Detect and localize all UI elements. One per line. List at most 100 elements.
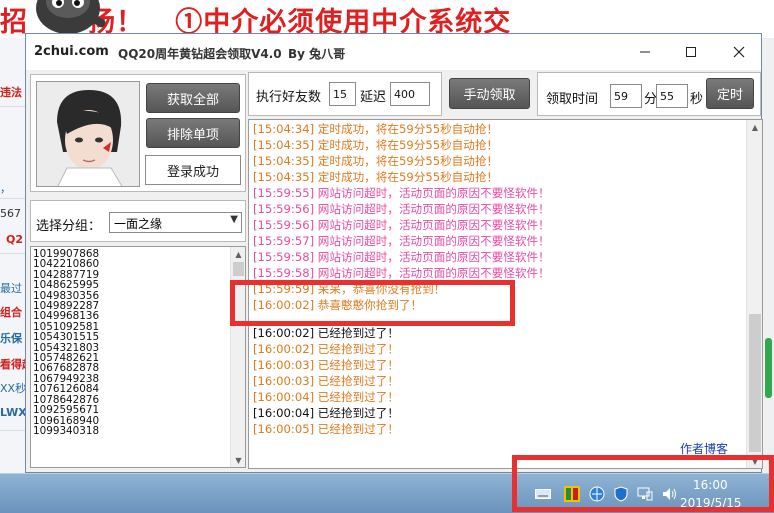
bg-fragment: XX秒 [0,382,26,395]
log-timestamp: [16:00:05] [253,422,315,436]
log-message: 定时成功，将在59分55秒自动抢！ [314,170,499,184]
log-line: [15:04:35] 定时成功，将在59分55秒自动抢！ [253,137,550,153]
log-timestamp: [16:00:04] [253,406,315,420]
highlight-box-success [230,280,515,326]
log-message: 已经抢到过了！ [314,374,399,388]
log-timestamp: [15:59:58] [253,250,315,264]
log-timestamp: [15:59:57] [253,234,315,248]
bg-fragment: 看得起 [0,358,26,371]
highlight-box-clock [512,455,774,512]
bg-fragment: 违法 [0,86,22,99]
log-message: 定时成功，将在59分55秒自动抢！ [314,138,499,152]
log-message: 网站访问超时，活动页面的原因不要怪软件！ [314,250,550,264]
qq-number-item[interactable]: 1092595671 [33,405,99,416]
minimize-button[interactable] [622,34,668,70]
friends-count-input[interactable]: 15 [329,82,356,106]
bg-fragment: Q2 [6,233,24,246]
manual-claim-button[interactable]: 手动领取 [449,78,530,109]
exclude-button[interactable]: 排除单项 [146,118,240,148]
log-scrollbar[interactable]: ▲ ▼ [746,120,762,468]
log-line: [15:59:56] 网站访问超时，活动页面的原因不要怪软件！ [253,217,550,233]
group-label: 选择分组： [36,219,102,234]
app-window: 2chui.com QQ20周年黄钻超会领取V4.0 By 兔八哥 获取全部 排… [25,33,763,473]
title-site: 2chui.com [34,44,109,59]
log-message: 定时成功，将在59分55秒自动抢！ [314,122,499,136]
log-message: 已经抢到过了！ [314,358,399,372]
log-timestamp: [15:04:35] [253,138,315,152]
log-message: 网站访问超时，活动页面的原因不要怪软件！ [314,186,550,200]
log-message: 已经抢到过了！ [314,406,399,420]
bg-fragment: 567 [0,207,21,220]
get-all-button[interactable]: 获取全部 [146,83,240,113]
log-message: 已经抢到过了！ [314,326,399,340]
log-scroll-thumb[interactable] [749,314,761,452]
delay-input[interactable]: 400 [390,82,430,106]
log-message: 已经抢到过了！ [314,390,399,404]
log-line: [16:00:05] 已经抢到过了！ [253,421,550,437]
bg-green-bar [765,338,772,398]
second-input[interactable]: 55 [656,84,688,108]
timer-button[interactable]: 定时 [706,78,754,109]
log-timestamp: [15:59:56] [253,202,315,216]
qq-list-scroll-thumb[interactable] [233,262,244,276]
bg-fragment: ， [0,182,11,195]
log-line: [15:04:34] 定时成功，将在59分55秒自动抢！ [253,121,550,137]
log-timestamp: [15:04:35] [253,170,315,184]
second-unit: 秒 [690,92,704,107]
background-sidebar: 违法 ， 567 Q2 最过 组合 乐保 8 看得起 XX秒 LWX [0,38,26,478]
qq-number-list[interactable]: 1019907868 1042210860 1042887719 1048625995… [30,246,246,468]
log-line: [15:04:35] 定时成功，将在59分55秒自动抢！ [253,169,550,185]
log-message: 定时成功，将在59分55秒自动抢！ [314,154,499,168]
group-select[interactable]: 一面之缘 ▼ [109,212,242,233]
log-line: [15:04:35] 定时成功，将在59分55秒自动抢！ [253,153,550,169]
scroll-down-icon[interactable]: ▼ [231,453,245,467]
maximize-icon [686,47,696,57]
background-right-edge [762,38,774,478]
log-timestamp: [15:04:35] [253,154,315,168]
log-timestamp: [15:04:34] [253,122,315,136]
log-line: [16:00:04] 已经抢到过了！ [253,405,550,421]
chevron-down-icon: ▼ [230,214,238,225]
log-message: 已经抢到过了！ [314,422,399,436]
close-button[interactable] [716,34,762,70]
friends-count-label: 执行好友数 [256,90,322,105]
bg-fragment: LWX [0,406,26,419]
log-line: [16:00:02] 已经抢到过了！ [253,325,550,341]
bg-fragment: 最过 [0,282,22,295]
log-timestamp: [16:00:03] [253,374,315,388]
log-line: [16:00:04] 已经抢到过了！ [253,389,550,405]
window-title: QQ20周年黄钻超会领取V4.0 [118,47,282,61]
log-timestamp: [15:59:58] [253,266,315,280]
log-timestamp: [16:00:04] [253,390,315,404]
minute-input[interactable]: 59 [610,84,642,108]
log-line: [16:00:02] 已经抢到过了！ [253,341,550,357]
log-timestamp: [16:00:02] [253,342,315,356]
qq-number-item[interactable]: 1099340318 [33,425,99,436]
log-line: [16:00:03] 已经抢到过了！ [253,357,550,373]
title-bar[interactable]: 2chui.com QQ20周年黄钻超会领取V4.0 By 兔八哥 [26,34,761,70]
scroll-up-icon[interactable]: ▲ [747,120,762,134]
log-line: [15:59:58] 网站访问超时，活动页面的原因不要怪软件！ [253,249,550,265]
log-message: 网站访问超时，活动页面的原因不要怪软件！ [314,202,550,216]
log-message: 网站访问超时，活动页面的原因不要怪软件！ [314,218,550,232]
log-line: [15:59:55] 网站访问超时，活动页面的原因不要怪软件！ [253,185,550,201]
qq-number-items: 1019907868 1042210860 1042887719 1048625995… [33,249,99,437]
close-icon [733,46,745,58]
bg-fragment: 组合 [0,306,22,319]
log-line: [16:00:03] 已经抢到过了！ [253,373,550,389]
scroll-up-icon[interactable]: ▲ [231,247,245,261]
log-line: [15:59:58] 网站访问超时，活动页面的原因不要怪软件！ [253,265,550,281]
log-timestamp: [16:00:02] [253,326,315,340]
avatar-portrait-icon [37,82,139,186]
log-message: 网站访问超时，活动页面的原因不要怪软件！ [314,234,550,248]
window-author: By 兔八哥 [288,47,346,61]
log-line: [15:59:56] 网站访问超时，活动页面的原因不要怪软件！ [253,201,550,217]
bg-fragment: 乐保 8 [0,332,26,345]
group-select-value: 一面之缘 [114,217,163,231]
log-timestamp: [15:59:55] [253,186,315,200]
avatar [36,81,140,187]
log-lines: [15:04:34] 定时成功，将在59分55秒自动抢！ [15:04:35] 定… [253,121,550,437]
login-status-button[interactable]: 登录成功 [145,155,241,185]
maximize-button[interactable] [668,34,714,70]
minimize-icon [640,51,650,53]
